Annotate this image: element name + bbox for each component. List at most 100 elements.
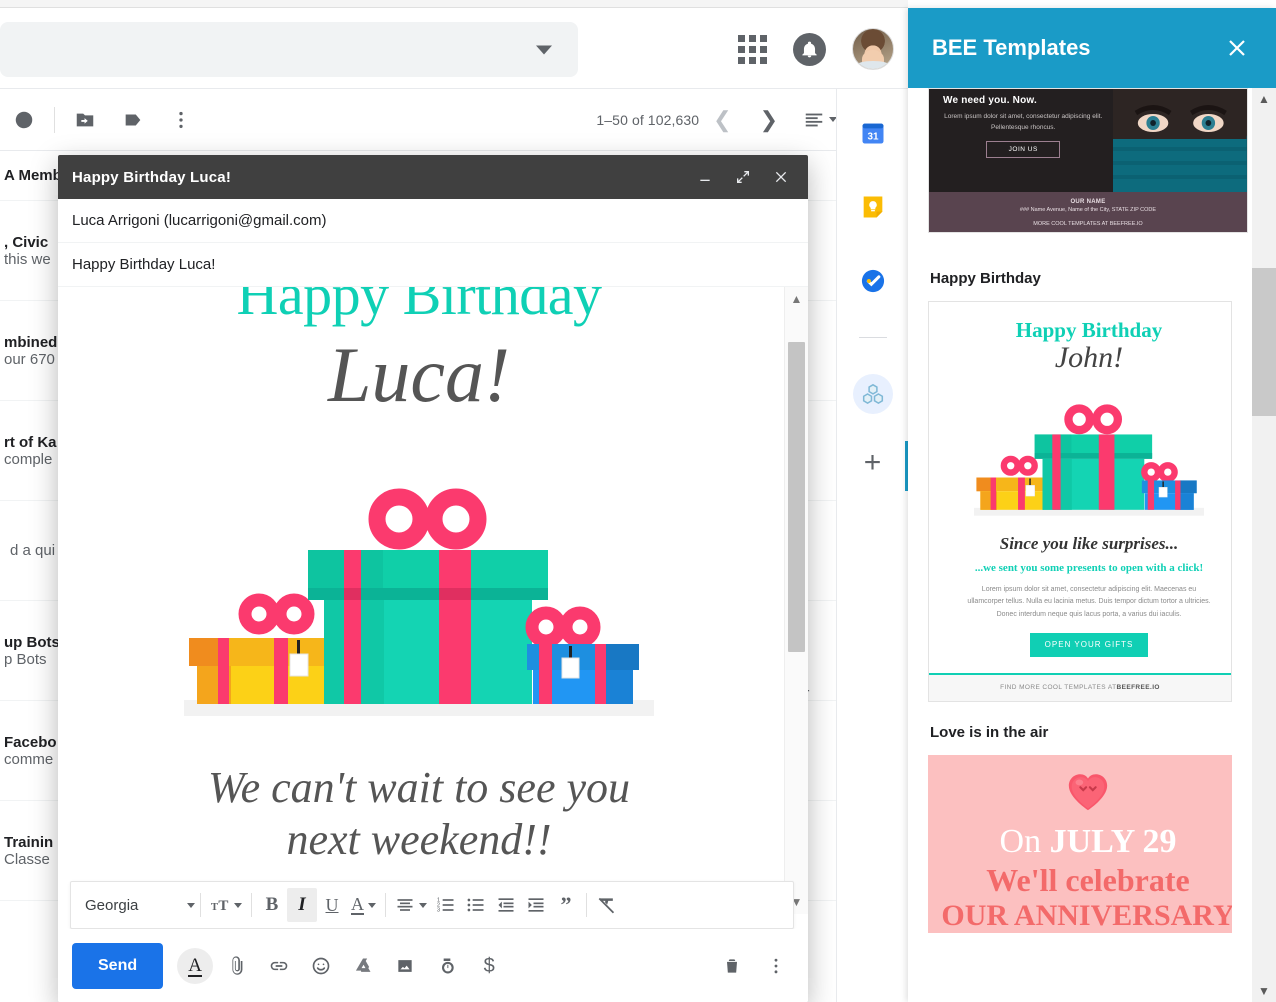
insert-money-icon[interactable]: $ bbox=[471, 948, 507, 984]
bee-panel-body[interactable]: We need you. Now. Lorem ipsum dolor sit … bbox=[908, 88, 1252, 1002]
compose-body[interactable]: Happy Birthday Luca! bbox=[58, 287, 808, 914]
gift-boxes-illustration bbox=[184, 462, 654, 722]
mail-subject: up Bots bbox=[4, 634, 60, 651]
attach-file-icon[interactable] bbox=[219, 948, 255, 984]
mail-subject: rt of Ka bbox=[4, 434, 57, 451]
toolbar-divider bbox=[200, 893, 201, 917]
chevron-down-icon[interactable] bbox=[368, 903, 376, 908]
fullscreen-icon[interactable] bbox=[732, 166, 754, 188]
template-cta: OPEN YOUR GIFTS bbox=[1030, 633, 1148, 657]
template-headline: We need you. Now. bbox=[943, 95, 1103, 106]
google-side-rail: 31 + bbox=[836, 89, 908, 1002]
compose-window-controls bbox=[694, 166, 796, 188]
recipient-value: Luca Arrigoni (lucarrigoni@gmail.com) bbox=[72, 212, 327, 229]
discard-draft-icon[interactable] bbox=[714, 948, 750, 984]
apps-grid-icon[interactable] bbox=[738, 35, 767, 64]
template-paragraph: Lorem ipsum dolor sit amet, consectetur … bbox=[943, 111, 1103, 133]
scroll-up-icon[interactable]: ▲ bbox=[1252, 88, 1276, 110]
bee-templates-addon-icon[interactable] bbox=[853, 374, 893, 414]
template-footer-address: ### Name Avenue, Name of the City, STATE… bbox=[1020, 207, 1156, 213]
numbered-list-button[interactable]: 123 bbox=[431, 888, 461, 922]
template-card[interactable]: On JULY 29 We'll celebrate OUR ANNIVERSA… bbox=[928, 755, 1232, 934]
mail-snippet: p Bots bbox=[4, 651, 47, 668]
toolbar-divider bbox=[385, 893, 386, 917]
formatting-options-icon[interactable]: A bbox=[177, 948, 213, 984]
compose-more-options-icon[interactable] bbox=[758, 948, 794, 984]
underline-button[interactable]: U bbox=[317, 888, 347, 922]
scroll-down-icon[interactable]: ▼ bbox=[1252, 980, 1276, 1002]
search-options-caret-icon[interactable] bbox=[536, 45, 552, 54]
compose-header[interactable]: Happy Birthday Luca! bbox=[58, 155, 808, 199]
older-page-button[interactable]: ❯ bbox=[746, 109, 792, 131]
bulleted-list-button[interactable] bbox=[461, 888, 491, 922]
body-closing-line2: next weekend!! bbox=[70, 814, 768, 866]
get-addons-plus-icon[interactable]: + bbox=[864, 448, 882, 478]
template-line-1: On JULY 29 bbox=[928, 823, 1232, 860]
close-icon[interactable] bbox=[1222, 33, 1252, 63]
remove-formatting-button[interactable] bbox=[592, 888, 622, 922]
text-color-button[interactable]: A bbox=[347, 888, 380, 922]
chevron-down-icon[interactable] bbox=[187, 903, 195, 908]
template-name: John! bbox=[941, 341, 1232, 374]
avatar[interactable] bbox=[852, 28, 894, 70]
send-button[interactable]: Send bbox=[72, 943, 163, 989]
mail-snippet: comme bbox=[4, 751, 53, 768]
bee-panel-header: BEE Templates bbox=[908, 8, 1276, 88]
template-paragraph: Lorem ipsum dolor sit amet, consectetur … bbox=[963, 584, 1215, 621]
indent-less-button[interactable] bbox=[491, 888, 521, 922]
font-family-dropdown[interactable]: Georgia bbox=[77, 897, 195, 914]
minimize-icon[interactable] bbox=[694, 166, 716, 188]
mail-subject: A Memb bbox=[4, 167, 62, 184]
template-footer-name: OUR NAME bbox=[1070, 199, 1105, 205]
template-hero: We need you. Now. Lorem ipsum dolor sit … bbox=[929, 89, 1247, 192]
scroll-up-icon[interactable]: ▲ bbox=[785, 287, 808, 311]
chevron-down-icon[interactable] bbox=[419, 903, 427, 908]
google-keep-icon[interactable] bbox=[853, 187, 893, 227]
template-subhead-1: Since you like surprises... bbox=[941, 534, 1232, 554]
mail-snippet: comple bbox=[4, 451, 52, 468]
snooze-icon[interactable] bbox=[0, 96, 48, 144]
compose-title: Happy Birthday Luca! bbox=[72, 169, 231, 186]
notifications-bell-icon[interactable] bbox=[793, 33, 826, 66]
newer-page-button[interactable]: ❮ bbox=[699, 109, 745, 131]
search-input[interactable] bbox=[0, 22, 578, 77]
compose-body-scrollbar[interactable]: ▲ ▼ bbox=[784, 287, 808, 914]
scrollbar-thumb[interactable] bbox=[1252, 268, 1276, 416]
more-options-icon[interactable] bbox=[157, 96, 205, 144]
chevron-down-icon[interactable] bbox=[234, 903, 242, 908]
font-family-value: Georgia bbox=[85, 897, 183, 914]
italic-button[interactable]: I bbox=[287, 888, 317, 922]
mail-snippet: Classe bbox=[4, 851, 50, 868]
template-footer: FIND MORE COOL TEMPLATES AT BEEFREE.IO bbox=[929, 675, 1231, 701]
close-icon[interactable] bbox=[770, 166, 792, 188]
font-size-button[interactable]: T T bbox=[206, 888, 246, 922]
indent-more-button[interactable] bbox=[521, 888, 551, 922]
template-section-label: Love is in the air bbox=[930, 724, 1232, 741]
template-section-label: Happy Birthday bbox=[930, 270, 1232, 287]
toolbar-divider bbox=[251, 893, 252, 917]
recipient-field[interactable]: Luca Arrigoni (lucarrigoni@gmail.com) bbox=[58, 199, 808, 243]
bold-button[interactable]: B bbox=[257, 888, 287, 922]
mail-subject: mbined bbox=[4, 334, 57, 351]
labels-icon[interactable] bbox=[109, 96, 157, 144]
header-icon-group bbox=[738, 28, 894, 70]
insert-photo-icon[interactable] bbox=[387, 948, 423, 984]
move-to-icon[interactable] bbox=[61, 96, 109, 144]
scrollbar-thumb[interactable] bbox=[788, 342, 805, 652]
template-card[interactable]: Happy Birthday John! bbox=[928, 301, 1232, 702]
confidential-mode-icon[interactable] bbox=[429, 948, 465, 984]
google-drive-icon[interactable] bbox=[345, 948, 381, 984]
pagination-count: 1–50 of 102,630 bbox=[596, 112, 699, 128]
google-tasks-icon[interactable] bbox=[853, 261, 893, 301]
google-calendar-icon[interactable]: 31 bbox=[853, 113, 893, 153]
body-greeting: Happy Birthday bbox=[70, 287, 768, 326]
bee-panel-scrollbar[interactable]: ▲ ▼ bbox=[1252, 88, 1276, 1002]
calendar-day-number: 31 bbox=[867, 131, 879, 142]
align-button[interactable] bbox=[391, 888, 431, 922]
insert-link-icon[interactable] bbox=[261, 948, 297, 984]
insert-emoji-icon[interactable] bbox=[303, 948, 339, 984]
toolbar-divider bbox=[586, 893, 587, 917]
compose-right-actions bbox=[714, 948, 794, 984]
subject-field[interactable]: Happy Birthday Luca! bbox=[58, 243, 808, 287]
quote-button[interactable]: ” bbox=[551, 888, 581, 922]
